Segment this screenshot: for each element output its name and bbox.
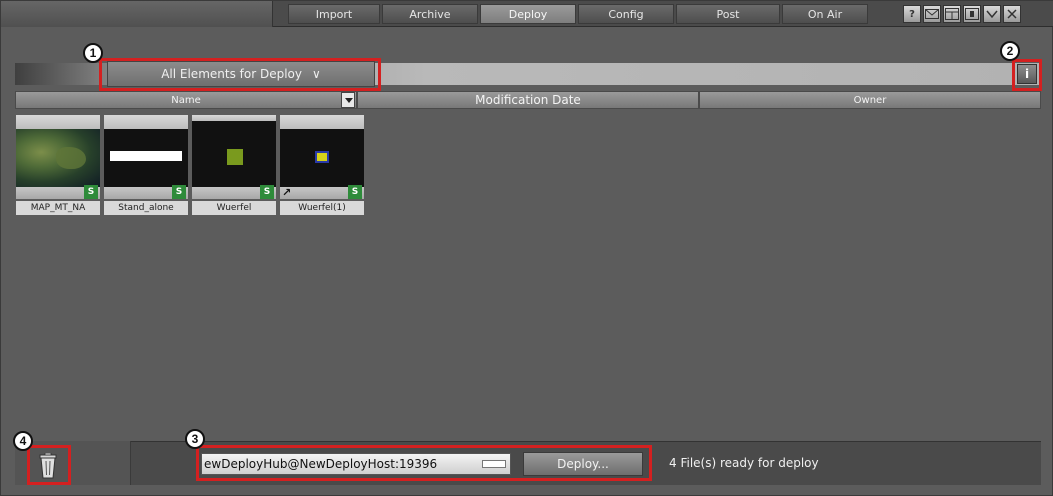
info-panel-icon[interactable] <box>963 5 981 23</box>
tab-config[interactable]: Config <box>578 4 674 24</box>
callout-number-1: 1 <box>83 43 103 63</box>
item-caption: Stand_alone <box>104 201 188 215</box>
thumbnail: S <box>104 115 188 199</box>
scene-badge-icon: S <box>172 185 186 199</box>
close-icon[interactable] <box>1003 5 1021 23</box>
list-item[interactable]: ↗ S Wuerfel(1) <box>280 115 364 215</box>
callout-box-1 <box>99 58 381 91</box>
white-bar-graphic <box>110 151 182 161</box>
callout-number-3: 3 <box>185 429 205 449</box>
tab-on-air[interactable]: On Air <box>782 4 868 24</box>
green-square-graphic <box>227 149 243 165</box>
callout-box-4 <box>27 445 71 485</box>
scene-badge-icon: S <box>348 185 362 199</box>
thumbnail: S <box>16 115 100 199</box>
scene-badge-icon: S <box>84 185 98 199</box>
map-thumbnail-image <box>16 129 100 187</box>
callout-number-4: 4 <box>13 431 33 451</box>
callout-box-2 <box>1012 59 1042 91</box>
tab-post[interactable]: Post <box>676 4 780 24</box>
callout-number-2: 2 <box>1000 41 1020 61</box>
list-item[interactable]: S Wuerfel <box>192 115 276 215</box>
mail-icon[interactable] <box>923 5 941 23</box>
layout-icon[interactable] <box>943 5 961 23</box>
scene-badge-icon: S <box>260 185 274 199</box>
sort-dropdown-icon[interactable] <box>341 92 355 108</box>
thumbnail: S <box>192 115 276 199</box>
yellow-square-graphic <box>315 151 329 163</box>
tab-import[interactable]: Import <box>288 4 380 24</box>
tab-deploy[interactable]: Deploy <box>480 4 576 24</box>
item-caption: MAP_MT_NA <box>16 201 100 215</box>
top-nav-bar: Import Archive Deploy Config Post On Air… <box>1 1 1053 27</box>
column-header-owner[interactable]: Owner <box>699 91 1041 109</box>
thumbnail: ↗ S <box>280 115 364 199</box>
list-item[interactable]: S Stand_alone <box>104 115 188 215</box>
item-caption: Wuerfel <box>192 201 276 215</box>
help-icon[interactable]: ? <box>903 5 921 23</box>
nav-spacer <box>1 1 273 27</box>
dropdown-icon[interactable] <box>983 5 1001 23</box>
deploy-status-text: 4 File(s) ready for deploy <box>669 456 819 470</box>
column-header-name[interactable]: Name <box>15 91 357 109</box>
callout-box-3 <box>196 445 652 481</box>
item-caption: Wuerfel(1) <box>280 201 364 215</box>
list-item[interactable]: S MAP_MT_NA <box>16 115 100 215</box>
column-header-modification-date[interactable]: Modification Date <box>357 91 699 109</box>
deploy-window: Import Archive Deploy Config Post On Air… <box>0 0 1053 496</box>
shortcut-arrow-icon: ↗ <box>282 186 292 199</box>
tab-archive[interactable]: Archive <box>382 4 478 24</box>
